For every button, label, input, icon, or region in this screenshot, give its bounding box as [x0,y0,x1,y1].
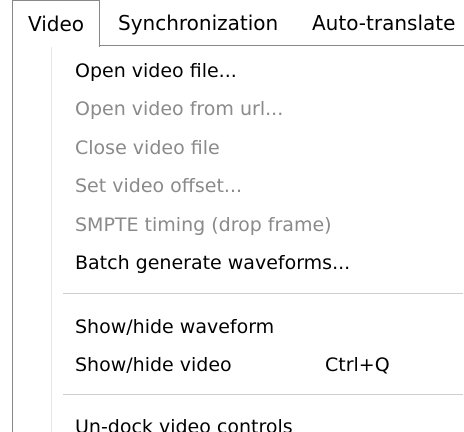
menu-icon-gutter [51,46,52,432]
menu-item-open-video-from-url: Open video from url... [75,98,284,120]
menu-item-show-hide-waveform[interactable]: Show/hide waveform [75,308,455,346]
menu-item-batch-generate-waveforms[interactable]: Batch generate waveforms... [75,244,455,282]
screen: Video Synchronization Auto-translate Ope… [0,0,464,432]
video-dropdown-menu: Open video file... Open video from url..… [12,45,464,432]
menu-item-show-hide-video[interactable]: Show/hide video Ctrl+Q [75,346,455,384]
menu-separator [63,394,463,395]
menu-item-open-video-file[interactable]: Open video file... [75,52,455,90]
menu-separator [63,293,463,294]
menu-auto-translate[interactable]: Auto-translate [312,0,455,46]
menu-item-smpte-timing: SMPTE timing (drop frame) [75,214,332,236]
menu-item-set-video-offset: Set video offset... [75,175,243,197]
menu-item-label: Show/hide video [75,354,232,376]
menu-video[interactable]: Video [12,0,100,47]
menu-synchronization[interactable]: Synchronization [118,0,278,46]
menu-item-close-video-file: Close video file [75,137,220,159]
menu-item-undock-video-controls[interactable]: Un-dock video controls [75,408,455,432]
menu-bar: Video Synchronization Auto-translate [0,0,464,47]
menu-item-shortcut: Ctrl+Q [325,354,390,376]
